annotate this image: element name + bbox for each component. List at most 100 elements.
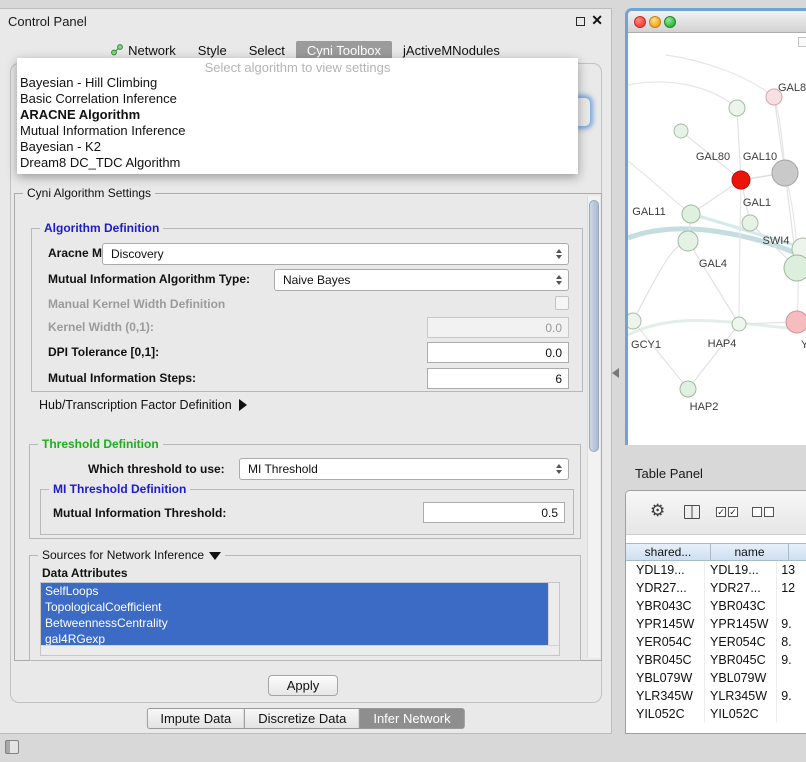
close-icon[interactable]: ✕ xyxy=(591,12,603,29)
algorithm-option-dream8-dc-tdc-algorithm[interactable]: Dream8 DC_TDC Algorithm xyxy=(17,155,578,171)
minimize-traffic-light-icon[interactable] xyxy=(649,16,661,28)
combo-arrows-icon xyxy=(556,464,562,474)
bottom-tabs: Impute DataDiscretize DataInfer Network xyxy=(146,708,464,729)
network-node[interactable] xyxy=(678,231,698,251)
network-node[interactable] xyxy=(674,124,688,138)
column-header-shared[interactable]: shared... xyxy=(626,543,711,561)
table-row[interactable]: YBR043CYBR043C xyxy=(626,597,806,615)
which-threshold-value: MI Threshold xyxy=(248,462,318,476)
table-cell xyxy=(777,705,806,723)
aracne-mode-select[interactable]: Discovery xyxy=(102,243,569,265)
tab-jactivemnodules[interactable]: jActiveMNodules xyxy=(392,41,511,60)
manual-kernel-width-checkbox[interactable] xyxy=(555,296,569,310)
panel-splitter-handle[interactable] xyxy=(612,368,619,378)
table-row[interactable]: YBR045CYBR045C9. xyxy=(626,651,806,669)
table-row[interactable]: YDL19...YDL19...13 xyxy=(626,561,806,579)
attribute-list-hscrollbar[interactable] xyxy=(41,645,559,655)
dpi-tolerance-field[interactable]: 0.0 xyxy=(427,342,569,363)
unchecked-box-icon xyxy=(764,507,774,517)
network-canvas[interactable]: GAL8GAL80GAL10GAL11GAL1SWI4GAL4GCY1HAP4Y… xyxy=(628,33,806,445)
table-cell: YDL19... xyxy=(626,561,705,579)
sources-title[interactable]: Sources for Network Inference xyxy=(38,548,225,562)
network-node[interactable] xyxy=(786,311,806,333)
attribute-item-topologicalcoefficient[interactable]: TopologicalCoefficient xyxy=(41,599,548,615)
tab-style[interactable]: Style xyxy=(187,41,238,60)
network-canvas-svg: GAL8GAL80GAL10GAL11GAL1SWI4GAL4GCY1HAP4Y… xyxy=(628,33,806,445)
table-row[interactable]: YDR27...YDR27...12 xyxy=(626,579,806,597)
table-cell: YPR145W xyxy=(626,615,705,633)
gear-icon[interactable] xyxy=(650,502,665,519)
tab-cyni-toolbox[interactable]: Cyni Toolbox xyxy=(296,41,392,60)
bottom-tab-infer-network[interactable]: Infer Network xyxy=(359,708,464,729)
table-cell: YIL052C xyxy=(626,705,705,723)
close-traffic-light-icon[interactable] xyxy=(634,16,646,28)
settings-scrollbar-thumb[interactable] xyxy=(589,200,599,452)
checked-box-icon xyxy=(728,507,738,517)
attribute-item-selfloops[interactable]: SelfLoops xyxy=(41,583,548,599)
table-row[interactable]: YER054CYER054C8. xyxy=(626,633,806,651)
table-cell: YBR043C xyxy=(705,597,777,615)
settings-scrollbar[interactable] xyxy=(587,196,600,658)
network-node-label: HAP4 xyxy=(708,338,737,350)
network-view-window: GAL8GAL80GAL10GAL11GAL1SWI4GAL4GCY1HAP4Y… xyxy=(625,8,806,445)
network-edge xyxy=(628,82,737,108)
tab-label: jActiveMNodules xyxy=(403,43,500,58)
algorithm-option-bayesian-k2[interactable]: Bayesian - K2 xyxy=(17,139,578,155)
table-cell: YDR27... xyxy=(705,579,777,597)
bottom-tab-impute-data[interactable]: Impute Data xyxy=(146,708,245,729)
network-node[interactable] xyxy=(772,160,798,186)
algorithm-option-bayesian-hill-climbing[interactable]: Bayesian - Hill Climbing xyxy=(17,75,578,91)
tab-label: Cyni Toolbox xyxy=(307,43,381,58)
table-cell: 13 xyxy=(777,561,806,579)
network-node[interactable] xyxy=(628,313,641,329)
kernel-width-field[interactable]: 0.0 xyxy=(427,317,569,338)
select-all-checkboxes-icon[interactable] xyxy=(716,507,738,517)
threshold-definition-group: Threshold Definition Which threshold to … xyxy=(29,444,581,539)
network-node[interactable] xyxy=(732,171,750,189)
network-edge xyxy=(633,241,688,321)
mi-steps-field[interactable]: 6 xyxy=(427,368,569,389)
table-cell: YLR345W xyxy=(626,687,705,705)
network-node-label: GAL8 xyxy=(778,82,806,94)
tab-label: Network xyxy=(128,43,176,58)
algorithm-option-basic-correlation-inference[interactable]: Basic Correlation Inference xyxy=(17,91,578,107)
table-row[interactable]: YIL052CYIL052C xyxy=(626,705,806,723)
float-window-icon[interactable] xyxy=(576,17,585,26)
network-node-label: GAL1 xyxy=(743,197,771,209)
network-node-label: Y xyxy=(801,339,806,351)
tab-network[interactable]: Network xyxy=(100,41,187,60)
network-node[interactable] xyxy=(742,215,758,231)
table-row[interactable]: YPR145WYPR145W9. xyxy=(626,615,806,633)
tab-select[interactable]: Select xyxy=(238,41,296,60)
network-node[interactable] xyxy=(682,205,700,223)
table-cell: 9. xyxy=(777,651,806,669)
combo-arrows-icon xyxy=(556,249,562,259)
network-edge xyxy=(633,321,688,389)
clear-all-checkboxes-icon[interactable] xyxy=(752,507,774,517)
table-row[interactable]: YLR345WYLR345W9. xyxy=(626,687,806,705)
which-threshold-select[interactable]: MI Threshold xyxy=(239,458,569,480)
mi-type-select[interactable]: Naive Bayes xyxy=(274,269,569,291)
apply-button[interactable]: Apply xyxy=(268,675,338,696)
hub-definition-toggle[interactable]: Hub/Transcription Factor Definition xyxy=(39,398,247,412)
zoom-traffic-light-icon[interactable] xyxy=(664,16,676,28)
table-cell: 8. xyxy=(777,633,806,651)
algorithm-option-mutual-information-inference[interactable]: Mutual Information Inference xyxy=(17,123,578,139)
network-node[interactable] xyxy=(680,381,696,397)
bottom-tab-discretize-data[interactable]: Discretize Data xyxy=(244,708,360,729)
network-window-titlebar[interactable] xyxy=(628,11,806,33)
table-row[interactable]: YBL079WYBL079W xyxy=(626,669,806,687)
mi-threshold-field[interactable]: 0.5 xyxy=(423,502,565,523)
column-header-hidden[interactable] xyxy=(789,543,806,561)
attribute-item-betweennesscentrality[interactable]: BetweennessCentrality xyxy=(41,615,548,631)
network-node[interactable] xyxy=(732,317,746,331)
network-node-label: GAL11 xyxy=(632,206,665,218)
algorithm-dropdown-placeholder: Select algorithm to view settings xyxy=(17,60,578,75)
network-node[interactable] xyxy=(784,255,806,281)
algorithm-option-aracne-algorithm[interactable]: ARACNE Algorithm xyxy=(17,107,578,123)
attribute-list-vscrollbar[interactable] xyxy=(548,583,559,645)
column-header-name[interactable]: name xyxy=(711,543,789,561)
restore-panel-icon[interactable] xyxy=(5,740,19,754)
columns-icon[interactable] xyxy=(684,505,700,519)
network-node[interactable] xyxy=(729,100,745,116)
